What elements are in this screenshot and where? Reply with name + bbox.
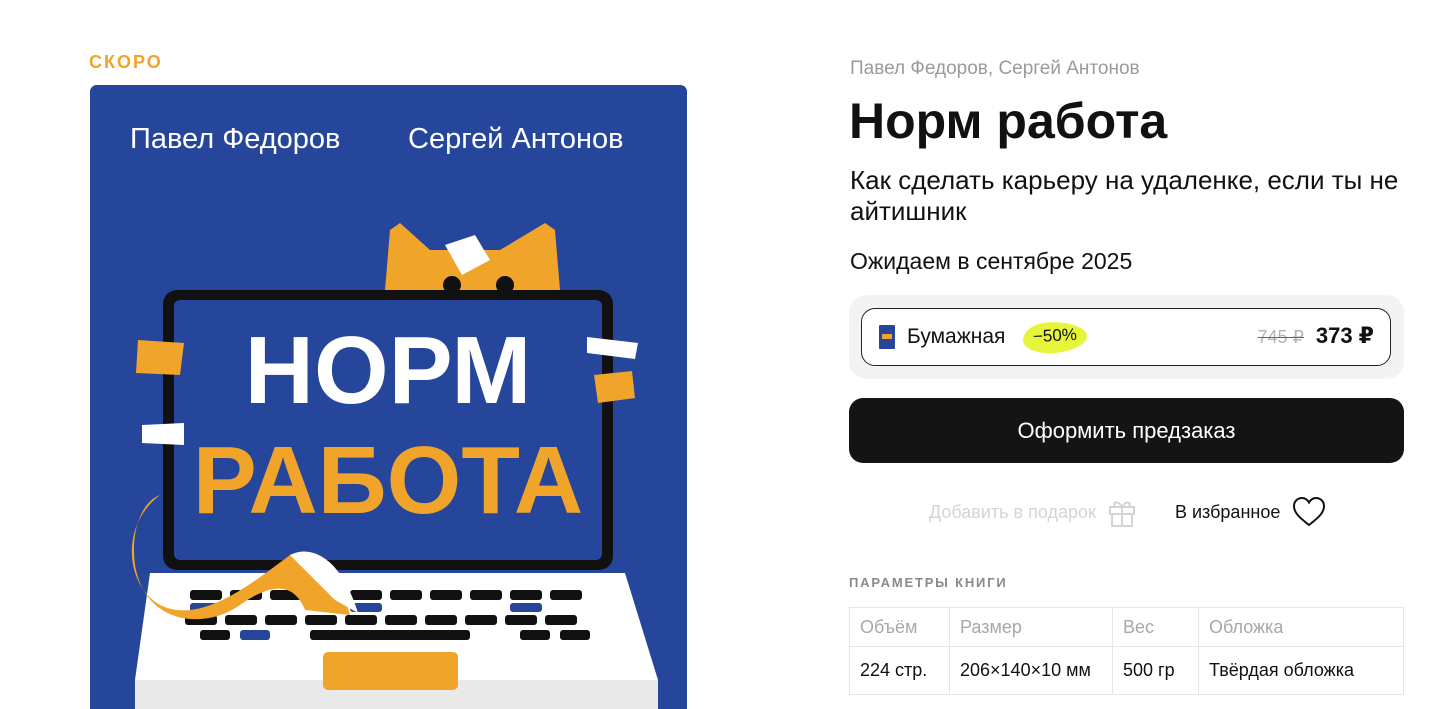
params-header-row: Объём Размер Вес Обложка xyxy=(849,607,1404,647)
params-values-row: 224 стр. 206×140×10 мм 500 гр Твёрдая об… xyxy=(849,646,1404,695)
heart-icon xyxy=(1293,496,1326,527)
add-gift-button[interactable]: Добавить в подарок xyxy=(929,496,1138,528)
favorite-label: В избранное xyxy=(1175,501,1281,522)
add-gift-label: Добавить в подарок xyxy=(929,501,1096,522)
gift-icon xyxy=(1108,501,1135,527)
cover-title-line2: РАБОТА xyxy=(193,427,584,534)
discount-badge: −50% xyxy=(1022,320,1088,355)
format-option-paper[interactable]: Бумажная −50% 745 ₽ 373 ₽ xyxy=(861,308,1391,366)
params-header-cover: Обложка xyxy=(1198,607,1404,647)
params-header-weight: Вес xyxy=(1112,607,1199,647)
book-authors[interactable]: Павел Федоров, Сергей Антонов xyxy=(850,58,1140,80)
cover-author-right: Сергей Антонов xyxy=(408,123,624,155)
format-label: Бумажная xyxy=(907,325,1006,348)
soon-badge: СКОРО xyxy=(89,52,163,72)
format-selector: Бумажная −50% 745 ₽ 373 ₽ xyxy=(849,295,1404,379)
params-value-volume: 224 стр. xyxy=(849,646,950,695)
current-price: 373 ₽ xyxy=(1315,323,1374,348)
old-price: 745 ₽ xyxy=(1257,327,1305,347)
params-value-size: 206×140×10 мм xyxy=(949,646,1113,695)
params-value-weight: 500 гр xyxy=(1112,646,1199,695)
preorder-button[interactable]: Оформить предзаказ xyxy=(849,398,1404,463)
cover-illustration: Павел Федоров Сергей Антонов НОРМ РАБОТА xyxy=(90,85,687,709)
params-header-size: Размер xyxy=(949,607,1113,647)
book-thumbnail-icon xyxy=(879,325,895,349)
params-header-volume: Объём xyxy=(849,607,950,647)
add-favorite-button[interactable]: В избранное xyxy=(1175,496,1326,528)
release-expected: Ожидаем в сентябре 2025 xyxy=(850,248,1133,274)
book-subtitle: Как сделать карьеру на удаленке, если ты… xyxy=(850,165,1399,226)
params-value-cover: Твёрдая обложка xyxy=(1198,646,1404,695)
book-title: Норм работа xyxy=(849,93,1168,149)
cover-author-left: Павел Федоров xyxy=(130,123,340,155)
laptop-illustration: НОРМ РАБОТА xyxy=(135,290,658,709)
book-cover[interactable]: Павел Федоров Сергей Антонов НОРМ РАБОТА xyxy=(90,85,687,709)
params-table: Объём Размер Вес Обложка 224 стр. 206×14… xyxy=(849,607,1404,695)
cover-title-line1: НОРМ xyxy=(245,317,532,424)
params-title: ПАРАМЕТРЫ КНИГИ xyxy=(849,575,1008,590)
